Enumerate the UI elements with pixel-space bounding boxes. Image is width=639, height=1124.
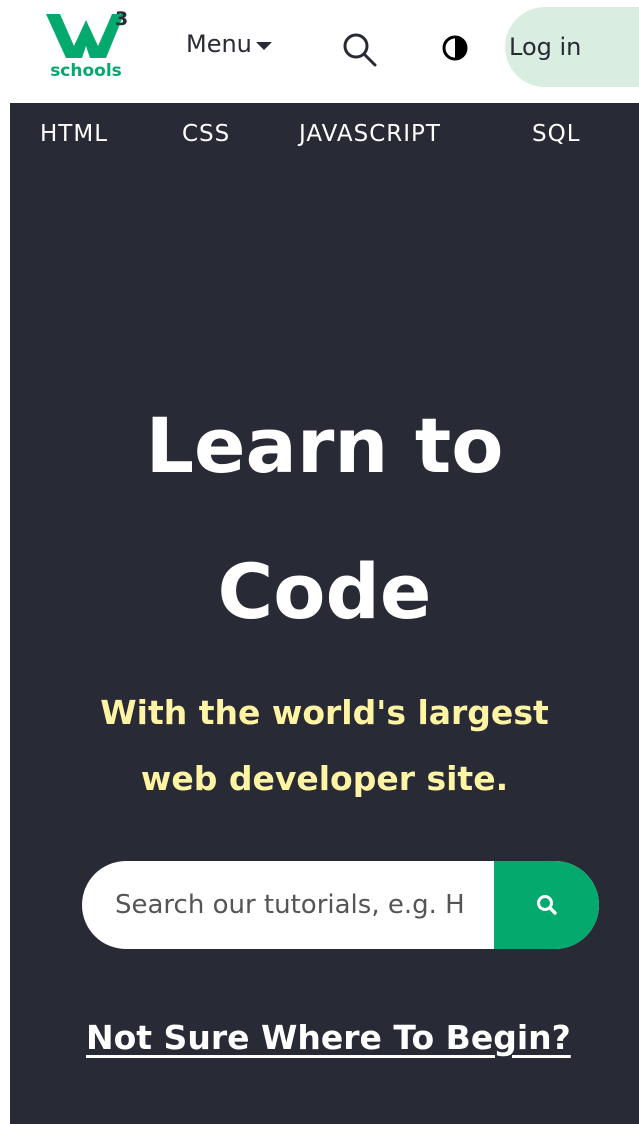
logo-text: schools: [50, 61, 122, 81]
contrast-icon[interactable]: [441, 34, 469, 62]
hero-title-line2: Code: [217, 547, 432, 636]
tutorial-search: [82, 861, 599, 949]
hero-title-line1: Learn to: [145, 401, 504, 490]
tutorial-subnav: HTML CSS JAVASCRIPT SQL: [10, 103, 639, 169]
hero-title: Learn to Code: [10, 373, 639, 665]
search-icon[interactable]: [340, 30, 380, 70]
logo-superscript: 3: [115, 8, 129, 30]
menu-button[interactable]: Menu: [186, 30, 272, 58]
hero-subtitle-line1: With the world's largest: [100, 693, 549, 732]
hero-subtitle: With the world's largest web developer s…: [10, 680, 639, 812]
subnav-item-html[interactable]: HTML: [40, 121, 108, 147]
subnav-item-css[interactable]: CSS: [182, 121, 230, 147]
subnav-item-sql[interactable]: SQL: [532, 121, 581, 147]
subnav-item-javascript[interactable]: JAVASCRIPT: [299, 121, 441, 147]
search-icon: [536, 895, 557, 915]
search-submit-button[interactable]: [494, 861, 599, 949]
not-sure-link[interactable]: Not Sure Where To Begin?: [10, 1018, 639, 1057]
top-navbar: 3 schools Menu Log in: [0, 0, 639, 103]
menu-label: Menu: [186, 30, 252, 58]
search-input[interactable]: [82, 861, 494, 949]
w3schools-logo[interactable]: 3 schools: [40, 8, 132, 84]
login-button[interactable]: Log in: [505, 7, 639, 87]
caret-down-icon: [255, 41, 272, 50]
hero-section: HTML CSS JAVASCRIPT SQL Learn to Code Wi…: [10, 103, 639, 1124]
hero-subtitle-line2: web developer site.: [140, 759, 509, 798]
